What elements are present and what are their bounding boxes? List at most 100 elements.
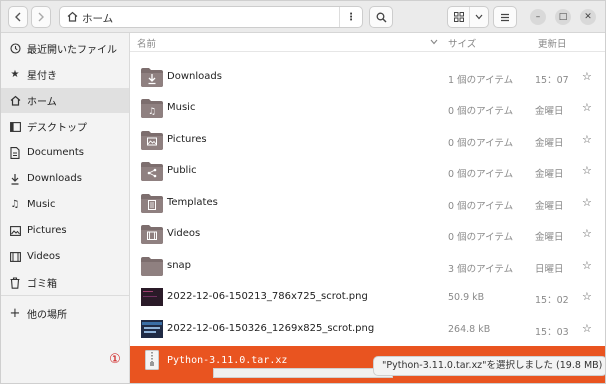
maximize-icon: □ — [558, 12, 568, 22]
sidebar: 最近開いたファイル ★ 星付き ホーム デスクトップ Documents Dow… — [1, 33, 130, 383]
column-size[interactable]: サイズ — [448, 36, 476, 50]
table-row[interactable]: 2022-12-06-150213_786x725_scrot.png 50.9 … — [130, 282, 605, 313]
file-modified: 金曜日 — [535, 106, 564, 117]
chevron-right-icon — [38, 12, 44, 22]
star-icon[interactable]: ☆ — [582, 227, 592, 240]
plus-icon: + — [9, 306, 21, 321]
star-icon[interactable]: ☆ — [582, 290, 592, 303]
folder-share-icon — [141, 162, 163, 181]
file-manager-window: ホーム ⋮ – □ ✕ 最近開いたファイル ★ 星付き ホーム デスクトップ D… — [0, 0, 606, 384]
star-icon[interactable]: ☆ — [582, 196, 592, 209]
status-toast: "Python-3.11.0.tar.xz"を選択しました (19.8 MB) — [373, 356, 605, 376]
download-icon — [9, 173, 21, 185]
star-icon[interactable]: ☆ — [582, 164, 592, 177]
sidebar-item-documents[interactable]: Documents — [1, 140, 129, 165]
star-icon: ★ — [10, 69, 20, 80]
folder-download-icon — [141, 68, 163, 87]
hamburger-menu-icon — [501, 13, 509, 21]
image-thumbnail-icon — [141, 320, 163, 338]
file-modified: 金曜日 — [535, 232, 564, 243]
back-button[interactable] — [8, 6, 28, 28]
file-name: Public — [167, 165, 197, 176]
table-row[interactable]: 2022-12-06-150326_1269x825_scrot.png 264.… — [130, 314, 605, 345]
file-name: Python-3.11.0.tar.xz — [167, 355, 288, 366]
table-row[interactable]: ♫ Music 0 個のアイテム 金曜日 ☆ — [130, 93, 605, 124]
table-row[interactable]: Templates 0 個のアイテム 金曜日 ☆ — [130, 188, 605, 219]
sidebar-item-label: Documents — [27, 147, 85, 158]
column-name[interactable]: 名前 — [137, 36, 156, 50]
location-bar[interactable]: ホーム ⋮ — [59, 6, 363, 28]
sidebar-item-trash[interactable]: ゴミ箱 — [1, 270, 129, 295]
home-icon — [9, 95, 21, 106]
image-thumbnail-icon — [141, 288, 163, 306]
desktop-icon — [9, 121, 21, 132]
video-icon — [9, 251, 21, 262]
close-button[interactable]: ✕ — [580, 9, 596, 25]
table-row[interactable]: snap 3 個のアイテム 日曜日 ☆ — [130, 251, 605, 282]
file-size: 1 個のアイテム — [448, 75, 514, 86]
sidebar-item-music[interactable]: ♫ Music — [1, 192, 129, 217]
file-size: 0 個のアイテム — [448, 232, 514, 243]
column-header: 名前 サイズ 更新日 — [130, 33, 605, 52]
sidebar-item-pictures[interactable]: Pictures — [1, 218, 129, 243]
sidebar-item-label: 最近開いたファイル — [27, 45, 117, 56]
music-icon: ♫ — [10, 199, 20, 210]
table-row[interactable]: Videos 0 個のアイテム 金曜日 ☆ — [130, 219, 605, 250]
sidebar-item-recent[interactable]: 最近開いたファイル — [1, 36, 129, 61]
file-size: 0 個のアイテム — [448, 106, 514, 117]
header-bar: ホーム ⋮ – □ ✕ — [1, 1, 605, 33]
view-toggle-button[interactable] — [447, 6, 489, 28]
sidebar-divider — [1, 295, 129, 296]
star-icon[interactable]: ☆ — [582, 70, 592, 83]
sidebar-item-desktop[interactable]: デスクトップ — [1, 114, 129, 139]
chevron-left-icon — [15, 12, 21, 22]
sidebar-item-starred[interactable]: ★ 星付き — [1, 62, 129, 87]
trash-icon — [9, 276, 21, 289]
path-label: ホーム — [82, 13, 114, 25]
main-menu-button[interactable] — [493, 6, 517, 28]
sidebar-item-videos[interactable]: Videos — [1, 244, 129, 269]
file-modified: 15：07 — [535, 75, 569, 86]
table-row[interactable]: Pictures 0 個のアイテム 金曜日 ☆ — [130, 125, 605, 156]
star-icon[interactable]: ☆ — [582, 133, 592, 146]
sidebar-item-other-places[interactable]: + 他の場所 — [1, 301, 129, 326]
sidebar-item-home[interactable]: ホーム — [1, 88, 129, 113]
chevron-down-icon[interactable] — [469, 7, 488, 27]
file-size: 3 個のアイテム — [448, 264, 514, 275]
folder-icon — [141, 257, 163, 276]
clock-icon — [9, 43, 21, 54]
file-size: 0 個のアイテム — [448, 169, 514, 180]
file-name: snap — [167, 260, 192, 271]
star-icon[interactable]: ☆ — [582, 259, 592, 272]
file-modified: 金曜日 — [535, 201, 564, 212]
path-menu-icon[interactable]: ⋮ — [339, 7, 362, 27]
minimize-button[interactable]: – — [530, 9, 546, 25]
sort-chevron-icon[interactable] — [430, 39, 438, 45]
table-row[interactable]: Public 0 個のアイテム 金曜日 ☆ — [130, 156, 605, 187]
sidebar-item-label: ゴミ箱 — [27, 279, 57, 290]
file-size: 0 個のアイテム — [448, 138, 514, 149]
forward-button[interactable] — [31, 6, 51, 28]
minimize-icon: – — [535, 12, 541, 22]
file-modified: 日曜日 — [535, 264, 564, 275]
maximize-button[interactable]: □ — [555, 9, 571, 25]
sidebar-item-label: Downloads — [27, 173, 82, 184]
file-name: 2022-12-06-150213_786x725_scrot.png — [167, 291, 368, 302]
search-icon — [376, 12, 386, 22]
star-icon[interactable]: ☆ — [582, 322, 592, 335]
sidebar-item-label: 星付き — [27, 71, 57, 82]
search-button[interactable] — [369, 6, 393, 28]
picture-icon — [9, 225, 21, 236]
file-size: 0 個のアイテム — [448, 201, 514, 212]
grid-view-icon — [448, 12, 469, 22]
file-modified: 金曜日 — [535, 138, 564, 149]
sidebar-item-downloads[interactable]: Downloads — [1, 166, 129, 191]
sidebar-item-label: Pictures — [27, 225, 67, 236]
file-modified: 金曜日 — [535, 169, 564, 180]
file-name: 2022-12-06-150326_1269x825_scrot.png — [167, 323, 375, 334]
table-row[interactable]: Downloads 1 個のアイテム 15：07 ☆ — [130, 62, 605, 93]
column-modified[interactable]: 更新日 — [538, 36, 567, 50]
sidebar-item-label: デスクトップ — [27, 123, 87, 134]
home-icon — [67, 11, 78, 25]
star-icon[interactable]: ☆ — [582, 101, 592, 114]
